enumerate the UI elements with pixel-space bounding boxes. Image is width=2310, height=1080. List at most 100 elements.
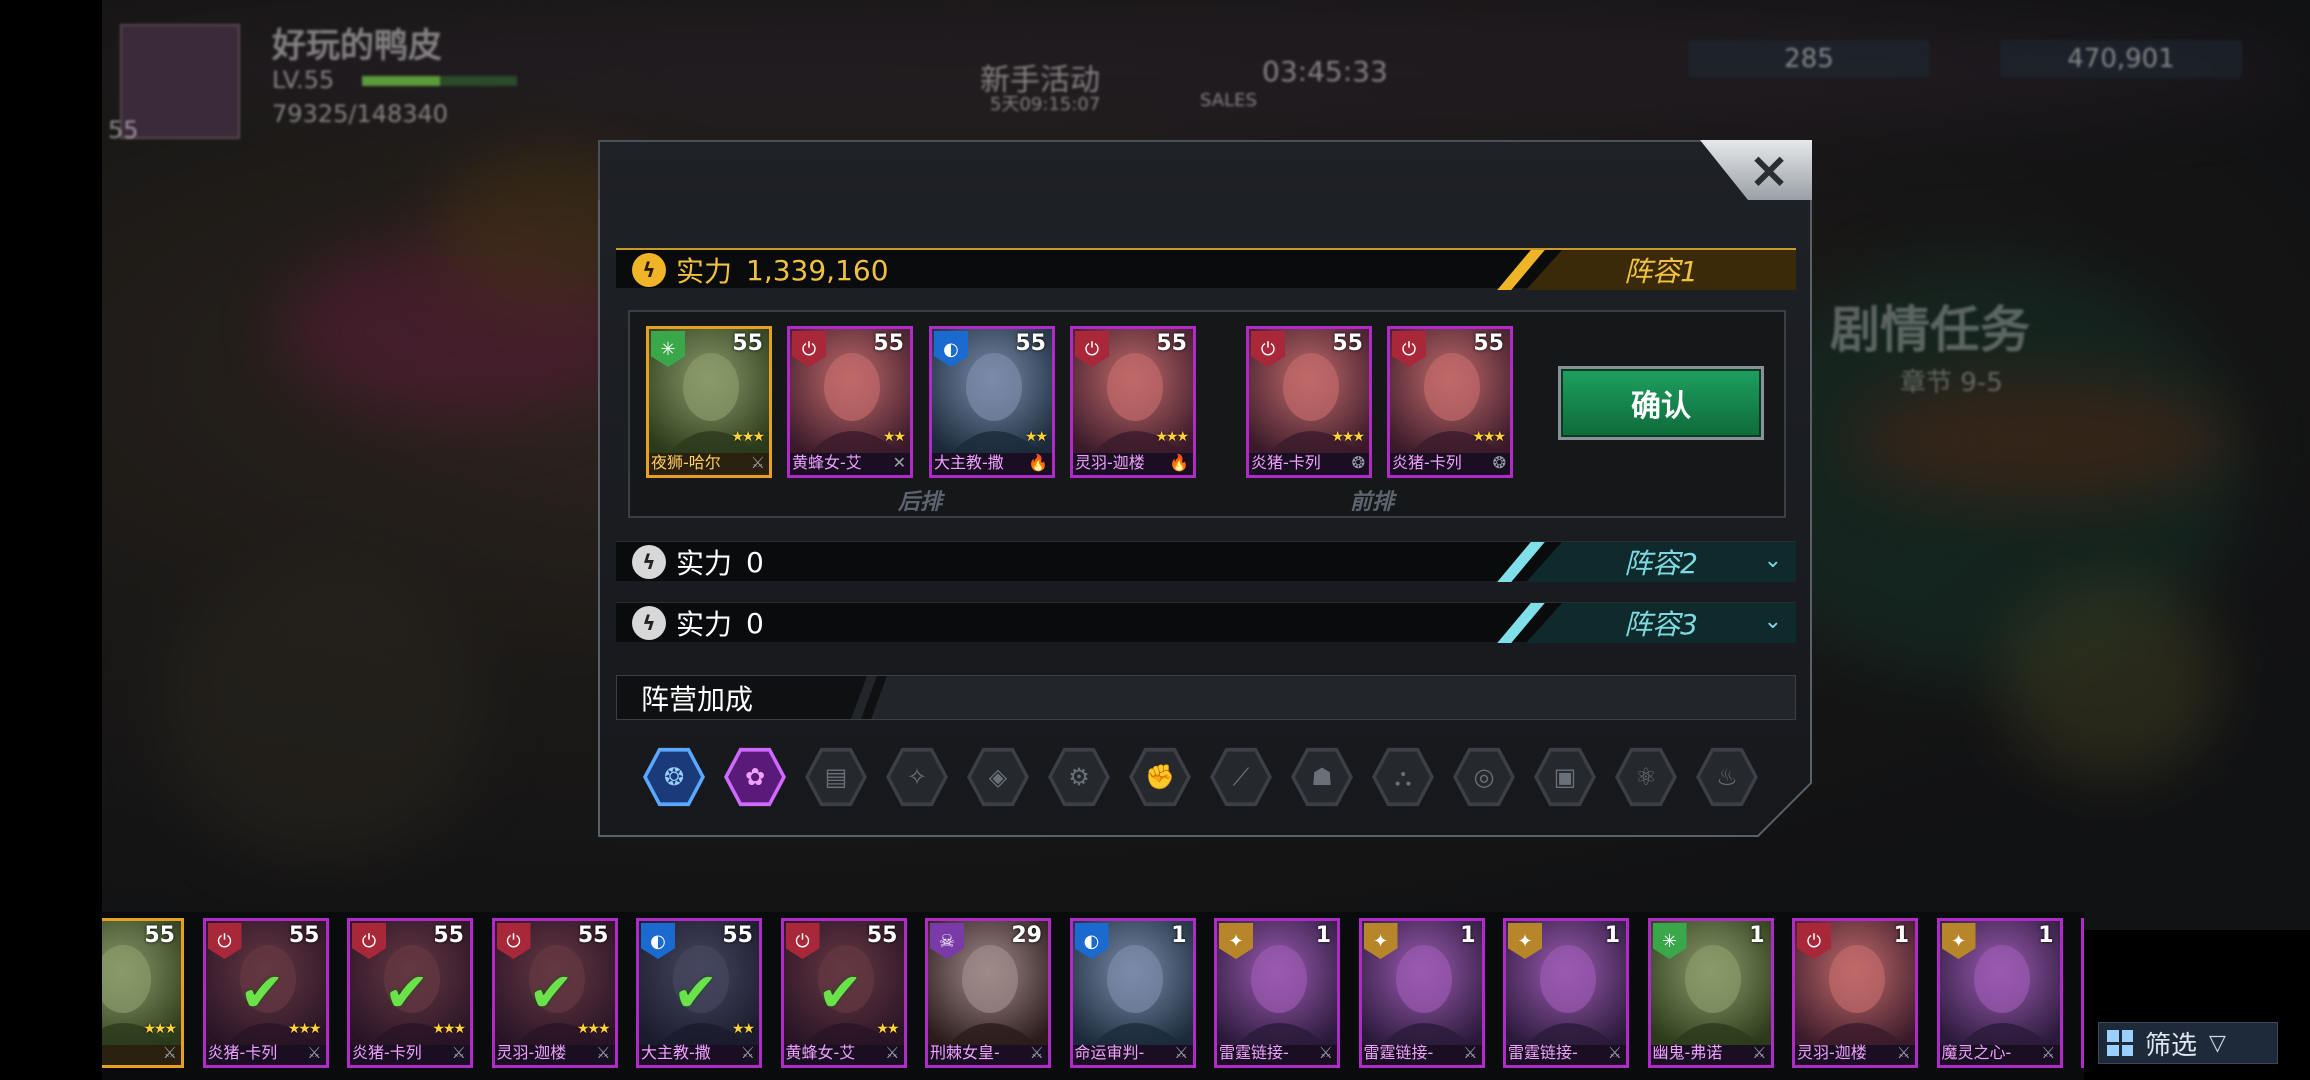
role-icon: ⚔: [1752, 1043, 1767, 1062]
hero-level: 1: [1749, 923, 1765, 948]
star-rating: ★★★: [432, 1021, 466, 1037]
hero-level: 55: [433, 923, 464, 948]
role-icon: ⚔: [740, 1043, 755, 1062]
team-hero-card[interactable]: ⏻ 55 ★★★ 炎猪-卡列 ❂: [1387, 326, 1513, 478]
close-icon: ×: [1748, 141, 1790, 199]
event-countdown: 5天09:15:07: [990, 94, 1101, 115]
power-label: 实力: [676, 608, 733, 641]
team-hero-card[interactable]: ⏻ 55 ★★★ 炎猪-卡列 ❂: [1246, 326, 1372, 478]
roster-hero-card[interactable]: ◐ 55 ★★ 大主教-撒 ⚔ ✔: [636, 918, 762, 1068]
hero-name: 灵羽-迦楼: [1797, 1043, 1867, 1062]
hero-level: 55: [1156, 331, 1187, 356]
team-hero-card[interactable]: ⏻ 55 ★★★ 灵羽-迦楼 🔥: [1070, 326, 1196, 478]
power-bolt-icon: ϟ: [632, 606, 666, 640]
hero-name: 黄蜂女-艾: [785, 1043, 856, 1062]
hero-level: 1: [1893, 923, 1909, 948]
sales-label: SALES: [1200, 90, 1257, 111]
role-icon: ⚔: [596, 1043, 611, 1062]
role-icon: ✕: [892, 453, 906, 472]
lineup-3-header[interactable]: ϟ 实力 0 阵容3 ⌄: [616, 602, 1796, 643]
star-rating: ★★: [882, 429, 906, 445]
camp-bonus-header: 阵营加成: [616, 675, 1796, 720]
roster-hero-card[interactable]: ✳ 1 幽鬼-弗诺 ⚔: [1647, 918, 1774, 1068]
hero-level: 55: [1473, 331, 1504, 356]
role-icon: ⚔: [162, 1043, 177, 1062]
selected-check-icon: ✔: [528, 961, 574, 1024]
camp-bonus-label: 阵营加成: [617, 676, 867, 719]
roster-hero-card[interactable]: ⏻ 55 ★★★ 炎猪-卡列 ⚔ ✔: [347, 918, 473, 1068]
story-task-label: 剧情任务: [1830, 301, 2030, 359]
lineup-2-header[interactable]: ϟ 实力 0 阵容2 ⌄: [616, 541, 1796, 582]
roster-hero-card[interactable]: ⏻ 55 ★★★ 炎猪-卡列 ⚔ ✔: [202, 918, 329, 1068]
hero-level: 55: [577, 923, 609, 948]
star-rating: ★★★: [1331, 429, 1365, 445]
hero-roster: ✳ 55 ★★★ 尔 ⚔ ⏻ 55 ★★★ 炎猪-卡列 ⚔ ✔: [102, 912, 2084, 1080]
star-rating: ★★: [1024, 429, 1048, 445]
role-icon: ⚔: [885, 1043, 900, 1062]
lineup-2-tab[interactable]: 阵容2 ⌄: [1526, 542, 1796, 582]
role-icon: ⚔: [451, 1043, 466, 1062]
hero-level: 1: [1315, 923, 1331, 948]
team-hero-card[interactable]: ◐ 55 ★★ 大主教-撒 🔥: [929, 326, 1055, 478]
lineup-3-label: 阵容3: [1624, 608, 1698, 641]
hero-name: 魔灵之心-: [1941, 1043, 2012, 1062]
lineup-1-header[interactable]: ϟ 实力 1,339,160 阵容1: [616, 248, 1796, 290]
roster-hero-card[interactable]: ✦ 1 雷霆链接- ⚔: [1214, 918, 1340, 1068]
hero-level: 55: [873, 331, 904, 356]
roster-hero-card[interactable]: ✳ 55 ★★★ 尔 ⚔: [102, 918, 184, 1068]
hero-name: 雷霆链接-: [1219, 1043, 1289, 1062]
grid-icon: [2107, 1030, 2133, 1056]
role-icon: ⚔: [1896, 1043, 1911, 1062]
confirm-button[interactable]: 确认: [1558, 366, 1764, 440]
triangle-down-icon: ▽: [2209, 1030, 2226, 1056]
player-name: 好玩的鸭皮: [272, 26, 442, 66]
selected-check-icon: ✔: [673, 961, 719, 1024]
hero-level: 55: [1015, 331, 1046, 356]
roster-hero-card[interactable]: ◐ 1 命运审判- ⚔: [1069, 918, 1196, 1068]
power-label: 实力: [676, 547, 733, 580]
roster-hero-card[interactable]: ✦ 1 魔灵之心- ⚔: [1936, 918, 2063, 1068]
selected-check-icon: ✔: [817, 961, 863, 1024]
story-chapter-label: 章节 9-5: [1900, 368, 2003, 398]
roster-hero-card[interactable]: ⏻ 1 灵羽-迦楼 ⚔: [1792, 918, 1918, 1068]
avatar-level: 55: [108, 116, 139, 144]
hero-name: 炎猪-卡列: [1251, 453, 1321, 472]
resource-coins: 470,901: [2000, 40, 2242, 78]
star-rating: ★★: [876, 1021, 899, 1037]
hero-level: 55: [866, 923, 898, 948]
power-value: 0: [746, 545, 764, 579]
star-rating: ★★: [731, 1021, 755, 1037]
hero-level: 55: [722, 923, 753, 948]
back-row-label: 后排: [898, 490, 943, 515]
hero-name: 幽鬼-弗诺: [1652, 1043, 1723, 1062]
star-rating: ★★★: [287, 1021, 322, 1037]
hero-name: 炎猪-卡列: [352, 1043, 422, 1062]
star-rating: ★★★: [576, 1021, 611, 1037]
lineup-1-tab[interactable]: 阵容1: [1526, 250, 1796, 290]
role-icon: ⚔: [307, 1043, 322, 1062]
role-icon: ⚔: [1607, 1043, 1622, 1062]
hero-name: 刑棘女皇-: [930, 1043, 1000, 1062]
star-rating: ★★★: [1472, 429, 1506, 445]
hero-name: 大主教-撒: [934, 453, 1004, 472]
roster-hero-card[interactable]: ✦ 1 雷霆链接- ⚔: [1503, 918, 1629, 1068]
filter-button[interactable]: 筛选 ▽: [2098, 1022, 2278, 1064]
hero-level: 55: [288, 923, 320, 948]
team-hero-card[interactable]: ✳ 55 ★★★ 夜狮-哈尔 ⚔: [646, 326, 772, 478]
hero-name: 灵羽-迦楼: [496, 1043, 567, 1062]
chevron-down-icon: ⌄: [1763, 609, 1782, 634]
star-rating: ★★★: [143, 1021, 177, 1037]
roster-hero-card[interactable]: ✦ 加 ⚔: [2081, 918, 2084, 1068]
roster-hero-card[interactable]: ☠ 29 刑棘女皇- ⚔: [925, 918, 1051, 1068]
hero-level: 55: [732, 331, 763, 356]
roster-hero-card[interactable]: ⏻ 55 ★★★ 灵羽-迦楼 ⚔ ✔: [491, 918, 618, 1068]
lineup-3-tab[interactable]: 阵容3 ⌄: [1526, 603, 1796, 643]
team-hero-card[interactable]: ⏻ 55 ★★ 黄蜂女-艾 ✕: [787, 326, 913, 478]
roster-hero-card[interactable]: ✦ 1 雷霆链接- ⚔: [1358, 918, 1485, 1068]
lineup-2-label: 阵容2: [1624, 547, 1698, 580]
role-icon: 🔥: [1169, 453, 1189, 472]
roster-hero-card[interactable]: ⏻ 55 ★★ 黄蜂女-艾 ⚔ ✔: [780, 918, 907, 1068]
power-bolt-icon: ϟ: [632, 545, 666, 579]
hero-name: 黄蜂女-艾: [792, 453, 862, 472]
hero-name: 雷霆链接-: [1363, 1043, 1434, 1062]
